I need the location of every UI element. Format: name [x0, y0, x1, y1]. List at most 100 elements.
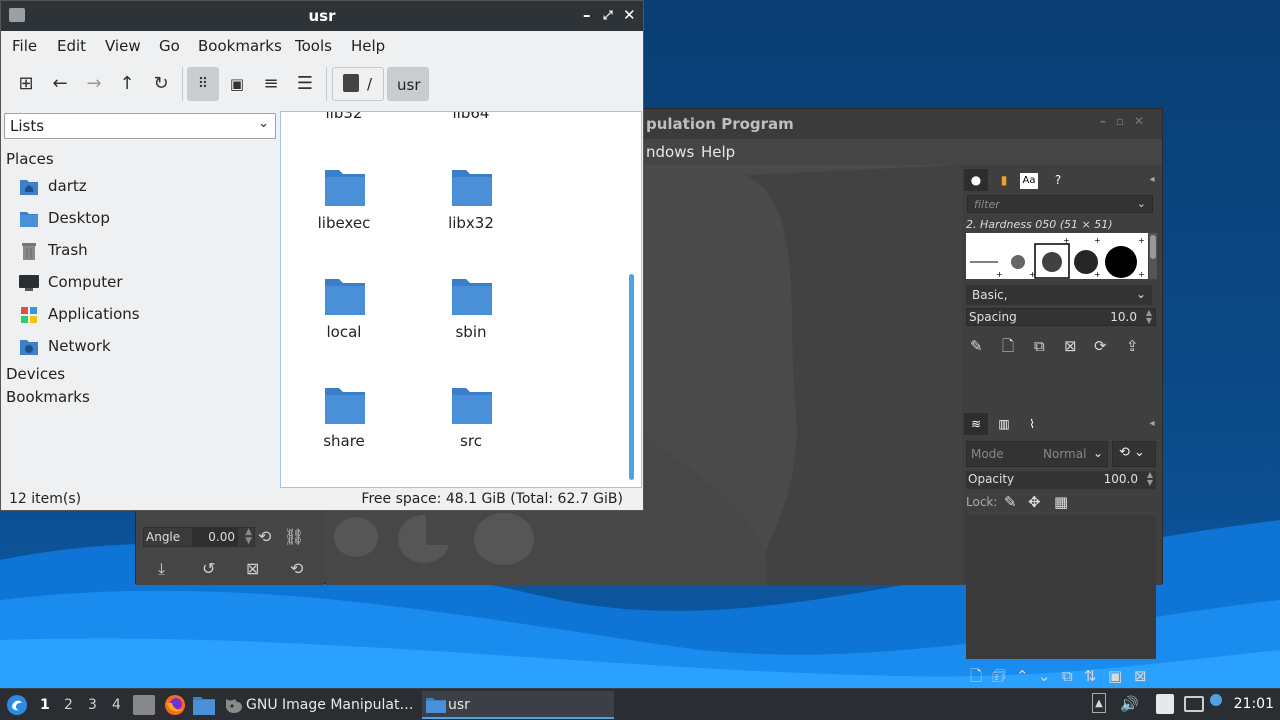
firefox-icon[interactable] — [164, 694, 186, 716]
duplicate-layer-icon[interactable]: ⧉ — [1062, 667, 1073, 685]
path-root-button[interactable]: / — [332, 67, 384, 101]
spacing-field[interactable]: Spacing 10.0 ▲ ▼ — [966, 308, 1156, 326]
layer-mode-combo[interactable]: Mode Normal ⌄ — [966, 441, 1108, 467]
new-brush-icon[interactable]: 🗋 — [1002, 337, 1014, 355]
clipboard-icon[interactable] — [1156, 694, 1174, 714]
places-header[interactable]: Places — [6, 150, 54, 168]
chevron-down-icon[interactable]: ⌄ — [1137, 197, 1146, 210]
refresh-brushes-icon[interactable]: ⟳ — [1094, 337, 1107, 355]
place-item-trash[interactable]: Trash — [19, 239, 269, 263]
brush-filter-input[interactable]: filter ⌄ — [967, 195, 1153, 213]
tray-expand-icon[interactable]: ▲ — [1092, 693, 1106, 713]
dock-menu-icon[interactable]: ◂ — [1140, 169, 1164, 191]
lower-layer-icon[interactable]: ⌄ — [1038, 667, 1051, 685]
path-usr-button[interactable]: usr — [387, 67, 429, 101]
folder-item[interactable]: src — [416, 386, 526, 476]
detailed-view-icon[interactable]: ☰ — [289, 67, 321, 101]
folder-icon-view[interactable]: lib32 lib64 libexec libx32 local sbin sh… — [280, 111, 642, 488]
angle-spinner[interactable]: ▲ ▼ — [245, 528, 252, 546]
workspace-4[interactable]: 4 — [112, 697, 121, 713]
angle-field[interactable]: Angle 0.00 ▲ ▼ — [143, 527, 255, 547]
brush-grid[interactable]: + + + + + + + — [966, 233, 1148, 279]
lock-alpha-icon[interactable]: ▦ — [1054, 493, 1068, 511]
save-options-icon[interactable]: ⤓ — [158, 561, 165, 577]
brush-set-combo[interactable]: Basic, ⌄ — [966, 285, 1152, 305]
display-icon[interactable] — [1184, 696, 1204, 712]
gimp-menu-windows[interactable]: ndows — [646, 143, 694, 161]
reload-icon[interactable]: ↻ — [145, 67, 177, 101]
reset-options-icon[interactable]: ⟲ — [290, 561, 303, 577]
opacity-field[interactable]: Opacity 100.0 ▲ ▼ — [966, 471, 1156, 489]
layers-list[interactable] — [966, 515, 1156, 659]
raise-layer-icon[interactable]: ⌃ — [1016, 667, 1029, 685]
new-tab-icon[interactable]: ⊞ — [10, 67, 42, 101]
gimp-window-controls[interactable]: –▫✕ — [1100, 114, 1154, 128]
workspace-1[interactable]: 1 — [40, 697, 50, 713]
lock-position-icon[interactable]: ✥ — [1028, 493, 1041, 511]
channels-tab-icon[interactable]: ▥ — [992, 413, 1016, 435]
icon-view-scrollbar[interactable] — [629, 274, 634, 480]
menu-edit[interactable]: Edit — [57, 37, 86, 55]
opacity-spinner[interactable]: ▲ ▼ — [1147, 471, 1153, 487]
workspace-2[interactable]: 2 — [64, 697, 73, 713]
fm-titlebar[interactable]: usr – ⤢ ✕ — [1, 1, 643, 31]
close-icon[interactable]: ✕ — [623, 6, 636, 24]
workspace-3[interactable]: 3 — [88, 697, 97, 713]
chevron-down-icon[interactable]: ⌄ — [1093, 446, 1103, 460]
notification-icon[interactable] — [1210, 694, 1222, 706]
composite-mode-button[interactable]: ⟲ ⌄ — [1112, 441, 1156, 467]
chevron-down-icon[interactable]: ⌄ — [1136, 287, 1146, 301]
maximize-icon[interactable]: ⤢ — [603, 8, 613, 23]
place-item-network[interactable]: Network — [19, 335, 269, 359]
spacing-spinner[interactable]: ▲ ▼ — [1146, 309, 1152, 325]
folder-name-partial[interactable]: lib32 — [289, 112, 399, 122]
opacity-value[interactable]: 100.0 — [1104, 472, 1138, 486]
folder-item[interactable]: local — [289, 277, 399, 367]
angle-value[interactable]: 0.00 — [192, 528, 238, 546]
menu-go[interactable]: Go — [159, 37, 180, 55]
patterns-tab-icon[interactable]: ▮ — [992, 169, 1016, 191]
bookmarks-header[interactable]: Bookmarks — [6, 388, 90, 406]
link-icon[interactable]: ⛓ — [284, 529, 304, 545]
place-item-applications[interactable]: Applications — [19, 303, 269, 327]
forward-icon[interactable]: → — [78, 67, 110, 101]
paths-tab-icon[interactable]: ⌇ — [1020, 413, 1044, 435]
start-menu-icon[interactable] — [6, 694, 28, 716]
new-layer-group-icon[interactable]: 🗊 — [992, 667, 1006, 685]
export-brush-icon[interactable]: ⇪ — [1126, 337, 1139, 355]
place-item-desktop[interactable]: Desktop — [19, 207, 269, 231]
menu-view[interactable]: View — [105, 37, 141, 55]
folder-item[interactable]: libexec — [289, 168, 399, 258]
spacing-value[interactable]: 10.0 — [1110, 310, 1137, 324]
compact-view-icon[interactable]: ≡ — [255, 67, 287, 101]
duplicate-brush-icon[interactable]: ⧉ — [1034, 337, 1045, 355]
brushes-tab-icon[interactable]: ● — [964, 169, 988, 191]
new-layer-icon[interactable]: 🗋 — [970, 667, 982, 685]
gimp-menu-help[interactable]: Help — [701, 143, 735, 161]
up-icon[interactable]: ↑ — [111, 67, 143, 101]
task-usr[interactable]: usr — [422, 691, 614, 719]
place-item-home[interactable]: dartz — [19, 175, 269, 199]
dock-menu-icon[interactable]: ◂ — [1140, 413, 1164, 435]
mask-layer-icon[interactable]: ▣ — [1108, 667, 1122, 685]
folder-name-partial[interactable]: lib64 — [416, 112, 526, 122]
layers-tab-icon[interactable]: ≋ — [964, 413, 988, 435]
menu-tools[interactable]: Tools — [295, 37, 332, 55]
thumbnail-view-icon[interactable]: ▣ — [221, 67, 253, 101]
chevron-down-icon[interactable]: ⌄ — [258, 116, 269, 131]
side-pane-mode-select[interactable]: Lists ⌄ — [4, 113, 276, 139]
help-tab-icon[interactable]: ? — [1046, 169, 1070, 191]
clock[interactable]: 21:01 — [1234, 696, 1274, 712]
show-desktop-icon[interactable] — [133, 695, 155, 715]
back-icon[interactable]: ← — [44, 67, 76, 101]
minimize-icon[interactable]: – — [583, 6, 591, 24]
devices-header[interactable]: Devices — [6, 365, 65, 383]
brush-scrollbar[interactable] — [1149, 233, 1157, 279]
folder-item[interactable]: sbin — [416, 277, 526, 367]
folder-item[interactable]: share — [289, 386, 399, 476]
delete-brush-icon[interactable]: ⊠ — [1064, 337, 1077, 355]
menu-help[interactable]: Help — [351, 37, 385, 55]
restore-options-icon[interactable]: ↺ — [202, 561, 215, 577]
menu-file[interactable]: File — [12, 37, 37, 55]
delete-layer-icon[interactable]: ⊠ — [1134, 667, 1147, 685]
